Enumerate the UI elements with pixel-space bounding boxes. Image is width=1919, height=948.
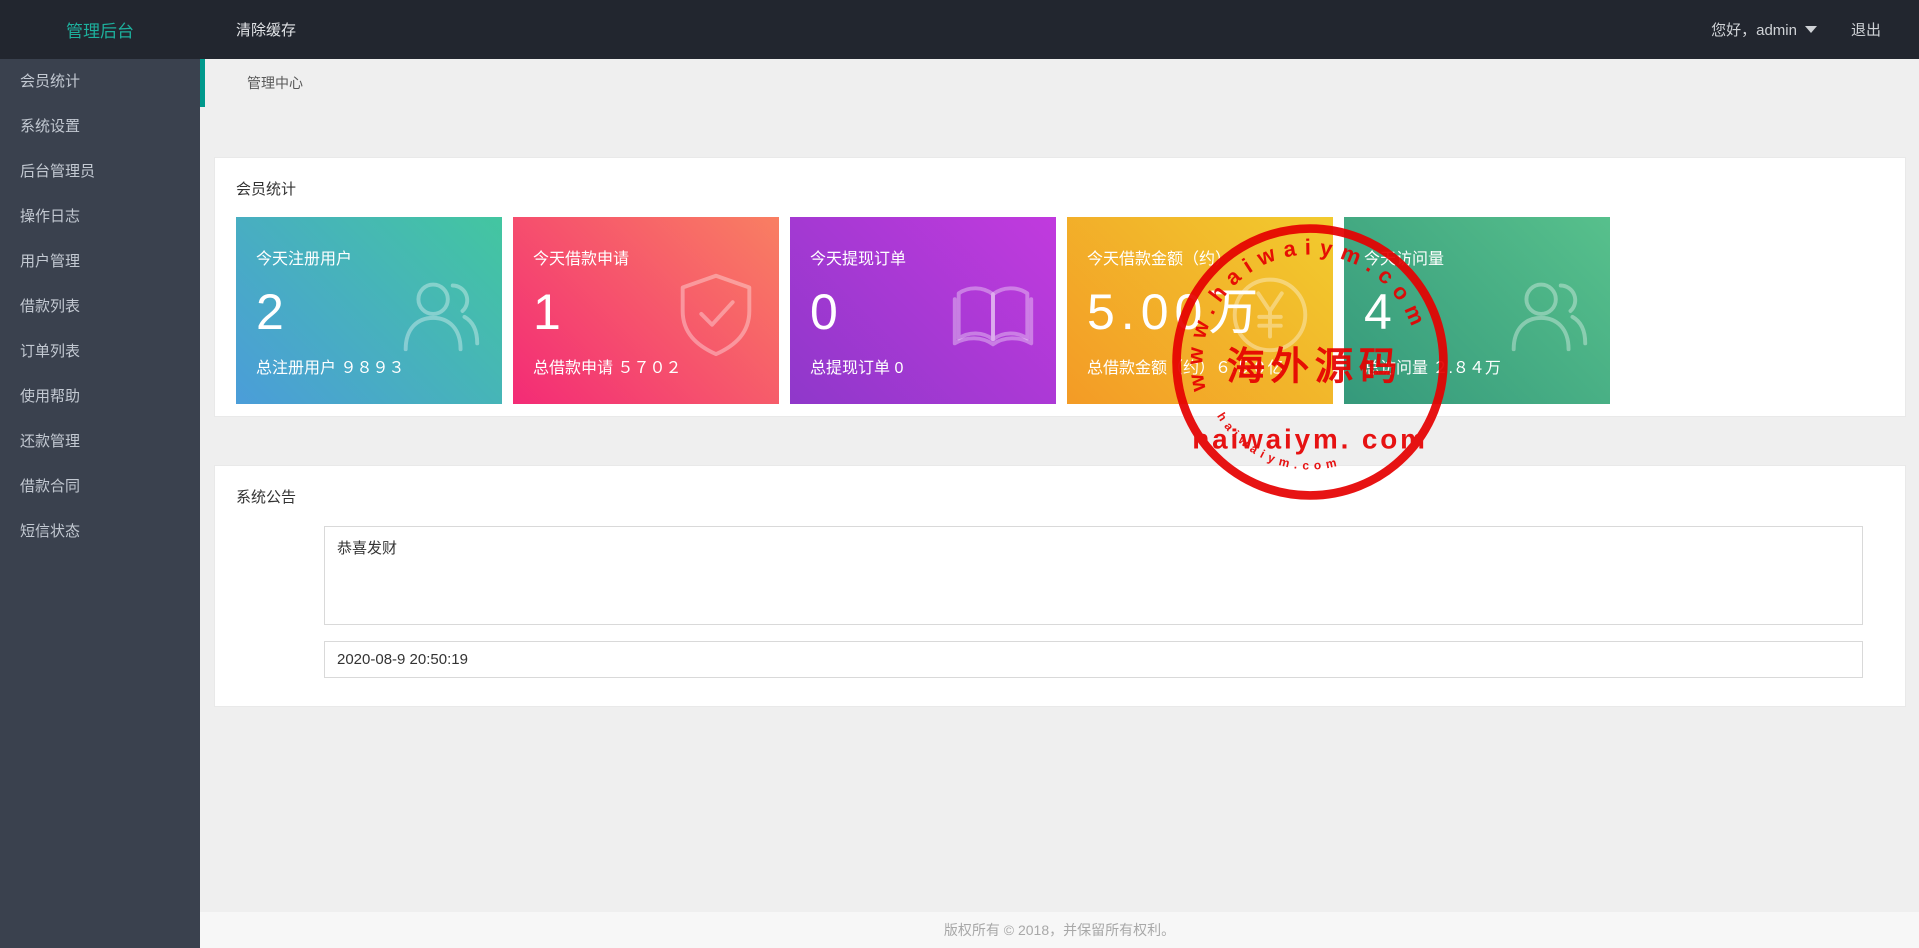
breadcrumb-label: 管理中心 (247, 75, 303, 91)
stat-card-visits: 今天访问量 4 总访问量 ２.８４万 (1344, 217, 1610, 404)
breadcrumb: 管理中心 (200, 59, 1919, 107)
stat-cards-row: 今天注册用户 2 总注册用户 ９８９３ 今天借款申请 1 总借款申请 ５７０２ (215, 199, 1905, 404)
user-menu[interactable]: 您好，admin (1711, 19, 1817, 40)
copyright-text: 版权所有 © 2018，并保留所有权利。 (943, 922, 1176, 938)
sidebar-item-operation-logs[interactable]: 操作日志 (0, 194, 200, 239)
app-title[interactable]: 管理后台 (0, 17, 200, 42)
users-icon (1511, 282, 1588, 351)
topbar-right: 您好，admin 退出 (1711, 19, 1919, 40)
main-content: 管理中心 会员统计 今天注册用户 2 总注册用户 ９８９３ 今天借款申请 1 总… (200, 59, 1919, 948)
stat-card-loan-applications: 今天借款申请 1 总借款申请 ５７０２ (513, 217, 779, 404)
chevron-down-icon (1804, 26, 1817, 33)
panel-title-system-notice: 系统公告 (236, 489, 297, 506)
sidebar-item-loan-list[interactable]: 借款列表 (0, 284, 200, 329)
stat-card-loan-amount: 今天借款金额（约） 5.00万 总借款金额（约）６.５０亿 (1067, 217, 1333, 404)
sidebar-item-order-list[interactable]: 订单列表 (0, 329, 200, 374)
panel-title-member-stats: 会员统计 (236, 181, 297, 198)
shield-check-icon (680, 273, 752, 356)
clear-cache-button[interactable]: 清除缓存 (236, 19, 296, 40)
sidebar-item-member-stats[interactable]: 会员统计 (0, 59, 200, 104)
stat-card-withdrawal-orders: 今天提现订单 0 总提现订单 0 (790, 217, 1056, 404)
notice-textarea[interactable]: 恭喜发财 (324, 526, 1863, 625)
sidebar: 会员统计 系统设置 后台管理员 操作日志 用户管理 借款列表 订单列表 使用帮助… (0, 59, 200, 948)
stat-card-registered-users: 今天注册用户 2 总注册用户 ９８９３ (236, 217, 502, 404)
yen-circle-icon (1232, 277, 1308, 352)
sidebar-item-sms-status[interactable]: 短信状态 (0, 509, 200, 554)
member-stats-panel: 会员统计 今天注册用户 2 总注册用户 ９８９３ 今天借款申请 1 总借款申请 … (214, 157, 1906, 417)
footer: 版权所有 © 2018，并保留所有权利。 (200, 912, 1919, 948)
sidebar-item-help[interactable]: 使用帮助 (0, 374, 200, 419)
users-icon (403, 282, 480, 351)
sidebar-item-user-management[interactable]: 用户管理 (0, 239, 200, 284)
top-bar: 管理后台 清除缓存 您好，admin 退出 (0, 0, 1919, 59)
sidebar-item-repayment[interactable]: 还款管理 (0, 419, 200, 464)
admin-dashboard: 管理后台 清除缓存 您好，admin 退出 会员统计 系统设置 后台管理员 操作… (0, 0, 1919, 948)
sidebar-item-admins[interactable]: 后台管理员 (0, 149, 200, 194)
system-notice-panel: 系统公告 恭喜发财 (214, 465, 1906, 707)
notice-datetime-input[interactable] (324, 641, 1863, 678)
greeting-text: 您好，admin (1711, 22, 1797, 39)
open-book-icon (952, 285, 1034, 346)
sidebar-item-system-settings[interactable]: 系统设置 (0, 104, 200, 149)
logout-button[interactable]: 退出 (1851, 19, 1881, 40)
sidebar-item-loan-contract[interactable]: 借款合同 (0, 464, 200, 509)
